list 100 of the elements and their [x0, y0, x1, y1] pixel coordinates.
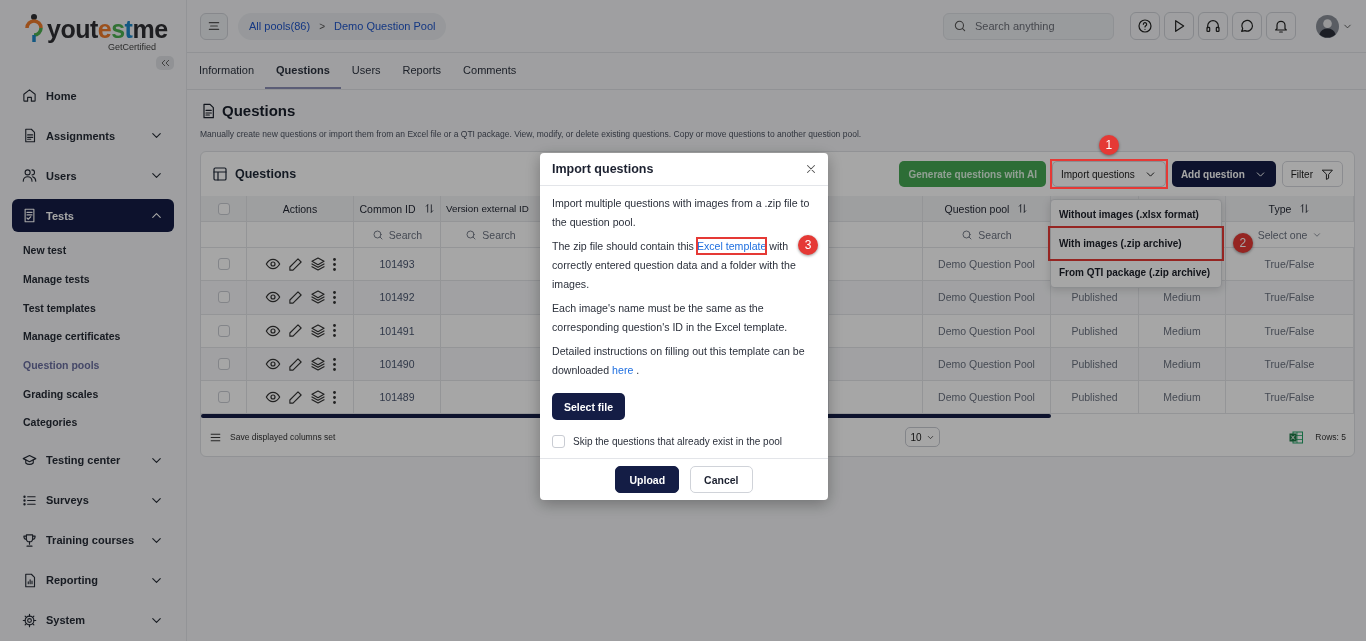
pool-cell: Demo Question Pool: [938, 324, 1035, 337]
spreadsheet-icon[interactable]: [1289, 431, 1304, 444]
link[interactable]: here: [612, 364, 634, 376]
column-header[interactable]: Type: [1268, 202, 1292, 215]
layers-icon: [309, 356, 326, 373]
select-all-checkbox[interactable]: [217, 202, 230, 215]
kebab-icon[interactable]: [332, 324, 336, 338]
layers-icon: [309, 322, 326, 339]
sidebar-item[interactable]: System: [12, 603, 174, 637]
trophy-icon: [22, 532, 37, 548]
menu-item[interactable]: From QTI package (.zip archive): [1050, 258, 1221, 287]
play-button[interactable]: [1164, 12, 1194, 40]
breadcrumb-link[interactable]: All pools(86): [249, 20, 311, 32]
dialog-text: Each image's name must be the same as the corresponding question's ID in the Excel template.: [552, 301, 789, 335]
chat-button[interactable]: [1232, 12, 1262, 40]
rows-count: Rows: 5: [1315, 432, 1346, 443]
sidebar-subitem[interactable]: Question pools: [12, 350, 174, 380]
tab[interactable]: Questions: [265, 53, 341, 89]
kebab-icon[interactable]: [332, 390, 336, 404]
close-button[interactable]: [804, 162, 818, 176]
kebab-icon[interactable]: [332, 257, 336, 271]
report-icon: [22, 572, 37, 588]
sidebar-item[interactable]: Surveys: [12, 483, 174, 517]
link[interactable]: Excel template: [696, 240, 767, 252]
step-badge: 1: [1098, 135, 1119, 155]
select-file-button[interactable]: Select file: [552, 393, 626, 420]
search-filter[interactable]: Search: [365, 227, 429, 242]
sidebar-subitem[interactable]: Manage tests: [12, 264, 174, 294]
search-filter[interactable]: Search: [459, 227, 522, 242]
menu-item[interactable]: Without images (.xlsx format): [1050, 200, 1221, 229]
layers-icon: [309, 389, 326, 406]
sidebar-item[interactable]: Assignments: [12, 119, 174, 152]
dialog-text: Import multiple questions with images from a .zip file to the question pool.: [552, 196, 811, 230]
sidebar-subitem[interactable]: New test: [12, 236, 174, 265]
page-size-select[interactable]: 10: [905, 427, 940, 448]
dialog-text: The zip file should contain this Excel template with 3 correctly entered question data and a folder with the images.: [552, 237, 816, 294]
save-columns-link[interactable]: Save displayed columns set: [230, 432, 336, 443]
breadcrumb-separator: >: [319, 20, 325, 32]
sidebar-item[interactable]: Home: [12, 79, 174, 112]
tab[interactable]: Information: [188, 53, 266, 89]
row-checkbox[interactable]: [217, 291, 230, 304]
sidebar-item[interactable]: Users: [12, 159, 174, 192]
row-checkbox[interactable]: [217, 258, 230, 271]
search-icon: [371, 228, 384, 241]
home-icon: [22, 88, 37, 103]
chat-bubble-icon: [1239, 18, 1255, 34]
sidebar-subitem[interactable]: Test templates: [12, 293, 174, 323]
pool-cell: Demo Question Pool: [938, 358, 1035, 371]
search-field[interactable]: Search anything: [943, 12, 1114, 40]
status-cell: Published: [1071, 291, 1118, 304]
gear-icon: [22, 612, 37, 628]
sidebar-item[interactable]: Training courses: [12, 523, 174, 557]
step-badge: 2: [1232, 233, 1253, 253]
headset-button[interactable]: [1198, 12, 1228, 40]
skip-checkbox[interactable]: [552, 435, 565, 448]
kebab-icon[interactable]: [332, 357, 336, 371]
row-checkbox[interactable]: [217, 358, 230, 371]
logo-icon: [24, 14, 44, 44]
breadcrumb-link[interactable]: Demo Question Pool: [334, 20, 436, 32]
cancel-button[interactable]: Cancel: [690, 466, 753, 493]
search-icon: [465, 228, 478, 241]
sidebar-subitem[interactable]: Grading scales: [12, 379, 174, 409]
search-icon: [961, 228, 974, 241]
tab[interactable]: Comments: [452, 53, 528, 89]
card-title: Questions: [235, 167, 297, 181]
pencil-icon: [287, 389, 303, 405]
menu-button[interactable]: [200, 12, 228, 40]
column-header[interactable]: Actions: [282, 202, 318, 215]
row-checkbox[interactable]: [217, 391, 230, 404]
sidebar-subitem[interactable]: Manage certificates: [12, 322, 174, 351]
difficulty-cell: Medium: [1163, 391, 1201, 404]
status-cell: Published: [1071, 358, 1118, 371]
add-button[interactable]: Add question: [1171, 161, 1276, 187]
dialog-text: Detailed instructions on filling out this template can be downloaded here .: [552, 344, 806, 378]
select-filter[interactable]: Select one: [1251, 227, 1329, 242]
type-cell: True/False: [1264, 391, 1315, 404]
avatar[interactable]: [1316, 14, 1339, 38]
file-icon: [22, 128, 37, 143]
kebab-icon[interactable]: [332, 290, 336, 304]
tab[interactable]: Users: [340, 53, 392, 89]
filter-button[interactable]: Filter: [1281, 161, 1343, 187]
pencil-icon: [287, 256, 303, 272]
sidebar-item[interactable]: Tests: [12, 199, 174, 232]
collapse-button[interactable]: [156, 56, 174, 70]
page-title: Questions: [222, 102, 296, 119]
search-filter[interactable]: Search: [955, 227, 1018, 242]
close-icon: [804, 162, 818, 176]
upload-button[interactable]: Upload: [615, 466, 680, 493]
pool-cell: Demo Question Pool: [938, 258, 1035, 271]
sidebar-subitem[interactable]: Categories: [12, 408, 174, 437]
status-cell: Published: [1071, 391, 1118, 404]
notifications-button[interactable]: [1266, 12, 1296, 40]
help-button[interactable]: [1130, 12, 1160, 40]
tab[interactable]: Reports: [391, 53, 453, 89]
sidebar-item[interactable]: Reporting: [12, 563, 174, 597]
sidebar-item[interactable]: Testing center: [12, 443, 174, 477]
logo-tagline: GetCertified: [108, 42, 157, 52]
tests-icon: [22, 208, 37, 223]
row-checkbox[interactable]: [217, 324, 230, 337]
difficulty-cell: Medium: [1163, 291, 1201, 304]
